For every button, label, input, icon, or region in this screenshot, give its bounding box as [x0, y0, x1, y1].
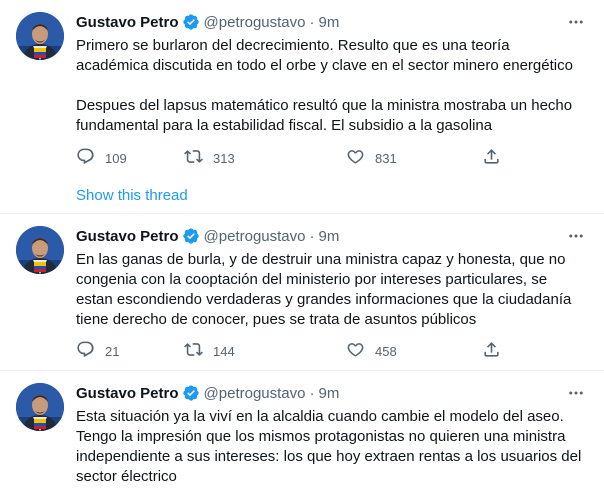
tweet-paragraph: Esta situación ya la viví en la alcaldia… — [76, 408, 582, 485]
tweet-header: Gustavo Petro @petrogustavo · 9m — [76, 383, 339, 403]
action-bar: 109 313 831 — [76, 148, 499, 168]
reply-icon — [76, 147, 95, 169]
author-handle[interactable]: @petrogustavo — [204, 228, 306, 245]
retweet-button[interactable]: 313 — [184, 148, 235, 168]
share-icon — [482, 340, 501, 362]
verified-badge-icon — [182, 384, 200, 402]
separator: · — [309, 13, 315, 31]
retweet-count: 313 — [213, 150, 235, 166]
author-name[interactable]: Gustavo Petro — [76, 385, 179, 402]
share-button[interactable] — [482, 341, 501, 361]
tweet-text: En las ganas de burla, y de destruir una… — [76, 250, 584, 330]
like-button[interactable]: 458 — [346, 341, 397, 361]
like-count: 458 — [375, 343, 397, 359]
tweet-paragraph: En las ganas de burla, y de destruir una… — [76, 251, 572, 328]
timestamp[interactable]: 9m — [318, 228, 339, 245]
timestamp[interactable]: 9m — [318, 14, 339, 31]
tweet-3[interactable]: Gustavo Petro @petrogustavo · 9m Esta si… — [0, 371, 604, 491]
retweet-count: 144 — [213, 343, 235, 359]
author-avatar[interactable] — [16, 383, 64, 431]
share-button[interactable] — [482, 148, 501, 168]
author-avatar[interactable] — [16, 226, 64, 274]
author-handle[interactable]: @petrogustavo — [204, 14, 306, 31]
more-icon[interactable] — [566, 226, 586, 246]
reply-icon — [76, 340, 95, 362]
like-count: 831 — [375, 150, 397, 166]
retweet-icon — [184, 340, 203, 362]
show-thread-link[interactable]: Show this thread — [76, 187, 188, 204]
more-icon[interactable] — [566, 383, 586, 403]
reply-button[interactable]: 21 — [76, 341, 119, 361]
tweet-paragraph: Despues del lapsus matemático resultó qu… — [76, 97, 573, 134]
tweet-paragraph: Primero se burlaron del decrecimiento. R… — [76, 37, 573, 74]
action-bar: 21 144 458 — [76, 341, 499, 361]
reply-count: 109 — [105, 150, 127, 166]
verified-badge-icon — [182, 13, 200, 31]
tweet-2[interactable]: Gustavo Petro @petrogustavo · 9m En las … — [0, 214, 604, 370]
reply-count: 21 — [105, 343, 120, 359]
tweet-text: Esta situación ya la viví en la alcaldia… — [76, 407, 584, 487]
reply-button[interactable]: 109 — [76, 148, 127, 168]
retweet-button[interactable]: 144 — [184, 341, 235, 361]
verified-badge-icon — [182, 227, 200, 245]
retweet-icon — [184, 147, 203, 169]
timestamp[interactable]: 9m — [318, 385, 339, 402]
author-avatar[interactable] — [16, 12, 64, 60]
like-icon — [346, 147, 365, 169]
like-button[interactable]: 831 — [346, 148, 397, 168]
more-icon[interactable] — [566, 12, 586, 32]
share-icon — [482, 147, 501, 169]
tweet-feed: Gustavo Petro @petrogustavo · 9m Primero… — [0, 0, 604, 491]
like-icon — [346, 340, 365, 362]
tweet-header: Gustavo Petro @petrogustavo · 9m — [76, 226, 339, 246]
separator: · — [309, 384, 315, 402]
separator: · — [309, 227, 315, 245]
tweet-text: Primero se burlaron del decrecimiento. R… — [76, 36, 584, 136]
tweet-header: Gustavo Petro @petrogustavo · 9m — [76, 12, 339, 32]
tweet-1[interactable]: Gustavo Petro @petrogustavo · 9m Primero… — [0, 0, 604, 213]
author-name[interactable]: Gustavo Petro — [76, 14, 179, 31]
author-name[interactable]: Gustavo Petro — [76, 228, 179, 245]
author-handle[interactable]: @petrogustavo — [204, 385, 306, 402]
